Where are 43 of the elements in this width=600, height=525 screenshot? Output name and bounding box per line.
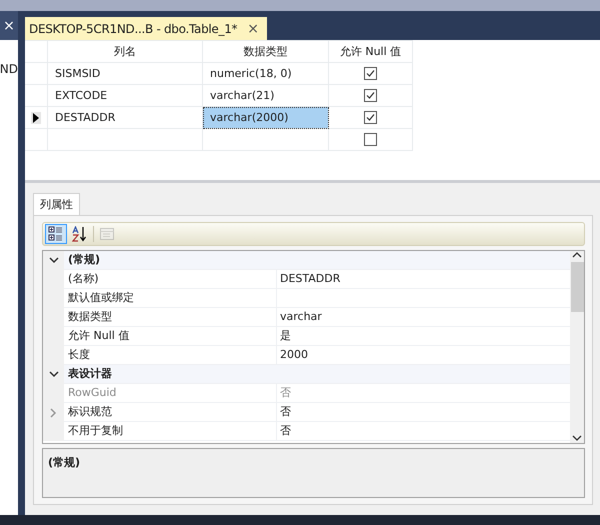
property-name: 数据类型 bbox=[64, 308, 277, 327]
document-tab[interactable]: DESKTOP-5CR1ND...B - dbo.Table_1* × bbox=[25, 17, 267, 40]
property-name: RowGuid bbox=[64, 384, 277, 403]
categorized-view-icon bbox=[48, 226, 64, 242]
property-value[interactable]: 是 bbox=[277, 327, 570, 346]
table-cell: SISMSID bbox=[48, 62, 202, 84]
checkbox[interactable] bbox=[364, 133, 377, 146]
panel-text: ND bbox=[0, 62, 18, 76]
property-name: (名称) bbox=[64, 270, 277, 289]
column-header: 允许 Null 值 bbox=[328, 40, 412, 62]
row-pointer-icon bbox=[31, 112, 41, 124]
sort-alphabetical-icon bbox=[72, 226, 88, 242]
table-cell: varchar(2000) bbox=[202, 106, 328, 128]
properties-tab[interactable]: 列属性 bbox=[33, 193, 80, 215]
property-pages-icon bbox=[99, 226, 115, 242]
scroll-thumb[interactable] bbox=[570, 262, 584, 312]
close-button[interactable]: × bbox=[247, 20, 259, 36]
column-header: 列名 bbox=[48, 40, 202, 62]
property-name: 默认值或绑定 bbox=[64, 289, 277, 308]
scrollbar[interactable] bbox=[570, 251, 584, 443]
toolbar-button[interactable] bbox=[45, 224, 67, 244]
collapse-chevron-icon[interactable] bbox=[48, 256, 58, 266]
column-header: 数据类型 bbox=[202, 40, 328, 62]
table-cell: EXTCODE bbox=[48, 84, 202, 106]
category-label: 表设计器 bbox=[64, 365, 570, 384]
checkbox[interactable] bbox=[364, 89, 377, 102]
property-value[interactable]: 否 bbox=[277, 403, 570, 422]
property-name: 允许 Null 值 bbox=[64, 327, 277, 346]
description-title: (常规) bbox=[48, 456, 80, 469]
property-value[interactable]: varchar bbox=[277, 308, 570, 327]
checkbox[interactable] bbox=[364, 67, 377, 80]
scroll-down-icon[interactable] bbox=[572, 433, 582, 443]
table-cell: numeric(18, 0) bbox=[202, 62, 328, 84]
property-value[interactable]: DESTADDR bbox=[277, 270, 570, 289]
property-name: 标识规范 bbox=[64, 403, 277, 422]
row-selector[interactable] bbox=[25, 106, 48, 128]
property-name: 不用于复制 bbox=[64, 422, 277, 441]
property-value[interactable]: 否 bbox=[277, 422, 570, 441]
checkbox[interactable] bbox=[364, 111, 377, 124]
table-cell: DESTADDR bbox=[48, 106, 202, 128]
category-label: (常规) bbox=[64, 251, 570, 270]
tab-title: DESKTOP-5CR1ND...B - dbo.Table_1* bbox=[29, 22, 238, 36]
collapse-chevron-icon[interactable] bbox=[48, 370, 58, 380]
